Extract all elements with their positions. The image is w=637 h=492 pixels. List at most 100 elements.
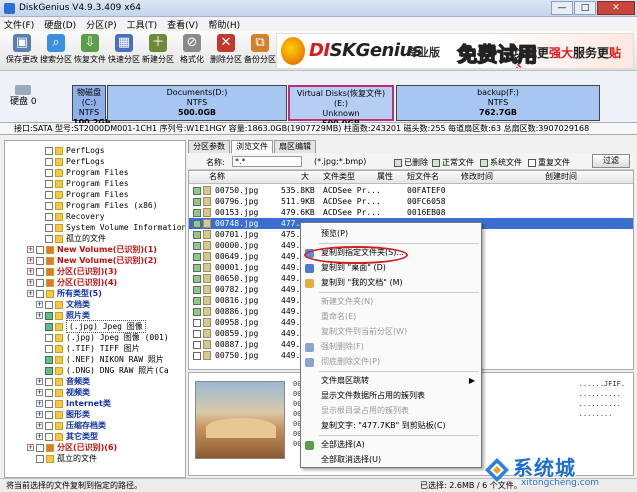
- menu-tools[interactable]: 工具(T): [127, 18, 158, 31]
- context-menu-item[interactable]: 预览(P): [301, 227, 481, 241]
- tree-item[interactable]: Program Files: [45, 189, 129, 200]
- expand-toggle-icon[interactable]: +: [36, 378, 43, 385]
- file-checkbox[interactable]: [193, 198, 201, 206]
- toolbar-button-2[interactable]: ⇩ 恢复文件: [72, 34, 108, 68]
- toolbar-button-0[interactable]: ▣ 保存更改: [4, 34, 40, 68]
- context-menu-item[interactable]: 彻底删除文件(P): [301, 355, 481, 369]
- file-checkbox[interactable]: [193, 253, 201, 261]
- tree-checkbox[interactable]: [45, 355, 53, 364]
- menu-help[interactable]: 帮助(H): [208, 18, 240, 31]
- tree-item[interactable]: (.jpg) Jpeg 图像 (001): [45, 332, 169, 343]
- tree-checkbox[interactable]: [45, 234, 53, 243]
- file-checkbox[interactable]: [193, 308, 201, 316]
- partition-block-3[interactable]: backup(F:) NTFS 762.7GB: [396, 85, 600, 121]
- tree-item[interactable]: + 音频类: [36, 376, 90, 387]
- context-menu-item[interactable]: 显示根目录占用的簇列表: [301, 404, 481, 418]
- tree-checkbox[interactable]: [45, 179, 53, 188]
- expand-toggle-icon[interactable]: +: [27, 268, 34, 275]
- close-button[interactable]: ✕: [597, 1, 635, 15]
- menu-partition[interactable]: 分区(P): [86, 18, 116, 31]
- tree-checkbox[interactable]: [36, 245, 44, 254]
- file-checkbox[interactable]: [193, 264, 201, 272]
- minimize-button[interactable]: —: [551, 1, 573, 15]
- file-checkbox[interactable]: [193, 330, 201, 338]
- tree-item[interactable]: + New Volume(已识别)(2): [27, 255, 157, 266]
- promo-banner[interactable]: DISKGenius 专业版 免费试用 功能更强大服务更贴心: [276, 33, 634, 69]
- system-files-checkbox[interactable]: 系统文件: [480, 157, 522, 168]
- menu-file[interactable]: 文件(F): [4, 18, 34, 31]
- col-created[interactable]: 创建时间: [545, 171, 577, 183]
- tree-item[interactable]: 孤立的文件: [36, 453, 97, 464]
- context-menu-item[interactable]: 全部选择(A): [301, 438, 481, 452]
- expand-toggle-icon[interactable]: +: [27, 246, 34, 253]
- file-checkbox[interactable]: [193, 275, 201, 283]
- expand-toggle-icon[interactable]: +: [36, 389, 43, 396]
- expand-toggle-icon[interactable]: +: [27, 257, 34, 264]
- file-checkbox[interactable]: [193, 209, 201, 217]
- context-menu-item[interactable]: 复制到 "我的文档" (M): [301, 276, 481, 290]
- tree-item[interactable]: + 图形类: [36, 409, 90, 420]
- deleted-checkbox[interactable]: 已删除: [394, 157, 428, 168]
- tree-item[interactable]: + Internet类: [36, 398, 111, 409]
- expand-toggle-icon[interactable]: +: [36, 433, 43, 440]
- filter-button[interactable]: 过滤: [592, 154, 630, 168]
- col-name[interactable]: 名称: [209, 171, 225, 183]
- expand-toggle-icon[interactable]: +: [36, 411, 43, 418]
- tree-item[interactable]: (.jpg) Jpeg 图像: [45, 320, 146, 333]
- tree-item[interactable]: + 视频类: [36, 387, 90, 398]
- tree-checkbox[interactable]: [36, 278, 44, 287]
- tree-checkbox[interactable]: [45, 344, 53, 353]
- tree-item[interactable]: System Volume Information: [45, 222, 185, 233]
- tree-checkbox[interactable]: [45, 146, 53, 155]
- menu-view[interactable]: 查看(V): [167, 18, 198, 31]
- menu-disk[interactable]: 硬盘(D): [44, 18, 76, 31]
- maximize-button[interactable]: □: [574, 1, 596, 15]
- expand-toggle-icon[interactable]: +: [36, 301, 43, 308]
- toolbar-button-7[interactable]: ⧉ 备份分区: [242, 34, 278, 68]
- tab-browse-files[interactable]: 浏览文件: [231, 140, 273, 153]
- file-row[interactable]: 00796.jpg 511.9KB ACDSee Pr... 00FC6058: [189, 196, 633, 207]
- tree-item[interactable]: + 其它类型: [36, 431, 98, 442]
- tree-item[interactable]: + 压缩存档类: [36, 420, 106, 431]
- file-checkbox[interactable]: [193, 242, 201, 250]
- context-menu-item[interactable]: 重命名(E): [301, 310, 481, 324]
- tree-checkbox[interactable]: [45, 410, 53, 419]
- tree-item[interactable]: + 所有类型(5): [27, 288, 102, 299]
- name-filter-input[interactable]: *.*: [232, 156, 302, 167]
- expand-toggle-icon[interactable]: +: [36, 400, 43, 407]
- file-checkbox[interactable]: [193, 297, 201, 305]
- tree-item[interactable]: + 分区(已识别)(6): [27, 442, 117, 453]
- file-row[interactable]: 00153.jpg 479.6KB ACDSee Pr... 0016EB08: [189, 207, 633, 218]
- context-menu-item[interactable]: 新建文件夹(N): [301, 295, 481, 309]
- partition-block-2[interactable]: Virtual Disks(恢复文件)(E:)Unknown500.0GB: [288, 85, 394, 128]
- normal-files-checkbox[interactable]: 正常文件: [432, 157, 474, 168]
- partition-block-1[interactable]: Documents(D:) NTFS 500.0GB: [107, 85, 287, 121]
- tree-checkbox[interactable]: [45, 322, 53, 331]
- tab-partition-params[interactable]: 分区参数: [188, 140, 230, 153]
- tree-item[interactable]: 孤立的文件: [45, 233, 106, 244]
- tree-item[interactable]: (.NEF) NIKON RAW 照片: [45, 354, 164, 365]
- expand-toggle-icon[interactable]: +: [27, 290, 34, 297]
- expand-toggle-icon[interactable]: +: [27, 444, 34, 451]
- col-modified[interactable]: 修改时间: [461, 171, 493, 183]
- context-menu-item[interactable]: 文件扇区跳转 ▶: [301, 374, 481, 388]
- tree-checkbox[interactable]: [45, 421, 53, 430]
- file-checkbox[interactable]: [193, 352, 201, 360]
- context-menu-item[interactable]: 强制删除(F): [301, 340, 481, 354]
- tree-item[interactable]: Program Files (x86): [45, 200, 158, 211]
- toolbar-button-4[interactable]: ＋ 新建分区: [140, 34, 176, 68]
- file-checkbox[interactable]: [193, 220, 201, 228]
- tree-item[interactable]: + 分区(已识别)(3): [27, 266, 117, 277]
- file-row[interactable]: 00750.jpg 535.8KB ACDSee Pr... 00FATEF0: [189, 185, 633, 196]
- tree-checkbox[interactable]: [36, 256, 44, 265]
- file-checkbox[interactable]: [193, 231, 201, 239]
- tree-item[interactable]: + 文档类: [36, 299, 90, 310]
- col-type[interactable]: 文件类型: [323, 171, 355, 183]
- tab-sector-edit[interactable]: 扇区编辑: [274, 140, 316, 153]
- toolbar-button-6[interactable]: ✕ 删除分区: [208, 34, 244, 68]
- col-shortname[interactable]: 短文件名: [407, 171, 439, 183]
- tree-checkbox[interactable]: [36, 267, 44, 276]
- tree-item[interactable]: PerfLogs: [45, 145, 105, 156]
- file-checkbox[interactable]: [193, 319, 201, 327]
- tree-item[interactable]: + New Volume(已识别)(1): [27, 244, 157, 255]
